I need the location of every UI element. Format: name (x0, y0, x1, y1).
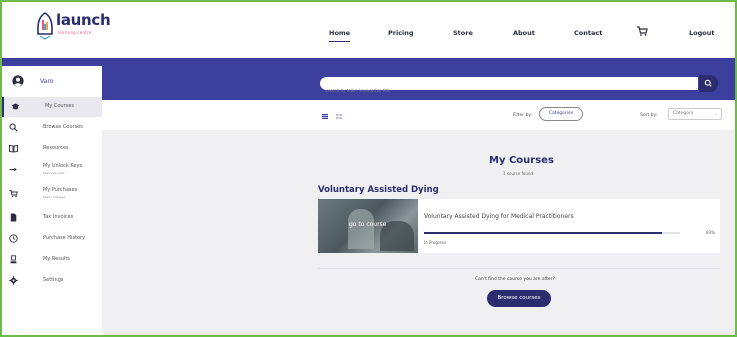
chevron-down-icon: ⌄ (714, 111, 718, 116)
top-navigation: launch learning centre Home Pricing Stor… (2, 2, 735, 58)
nav-store[interactable]: Store (453, 29, 473, 37)
sidebar-item-label: Resources (43, 145, 69, 151)
gear-icon (9, 276, 18, 285)
document-icon (10, 213, 17, 222)
course-category-heading: Voluntary Assisted Dying (318, 185, 439, 195)
app-frame: launch learning centre Home Pricing Stor… (0, 0, 737, 337)
logout-link[interactable]: Logout (689, 29, 714, 37)
browse-courses-button[interactable]: Browse courses (487, 290, 551, 307)
sidebar-item-purchase-history[interactable]: Purchase History (2, 229, 102, 249)
sort-select[interactable]: Category ⌄ (668, 108, 722, 120)
thumbnail-figure (348, 209, 374, 249)
sidebar-item-my-purchases[interactable]: My Purchases Keys I manage (2, 184, 102, 204)
grid-view-icon[interactable] (336, 114, 342, 119)
filter-categories-button[interactable]: Categories (539, 107, 583, 121)
nav-about[interactable]: About (513, 29, 535, 37)
key-arrow-icon (9, 167, 17, 172)
sidebar: Varo My Courses Browse Courses Resources (2, 66, 102, 335)
sidebar-item-settings[interactable]: Settings (2, 271, 102, 291)
progress-bar-fill (424, 232, 663, 234)
sidebar-item-label: Browse Courses (43, 124, 83, 130)
list-view-icon[interactable] (322, 114, 328, 119)
nav-contact[interactable]: Contact (574, 29, 602, 37)
clock-icon (9, 234, 18, 243)
sidebar-item-my-results[interactable]: My Results (2, 250, 102, 270)
sidebar-item-my-courses[interactable]: My Courses (2, 97, 102, 117)
sidebar-item-label: My Courses (45, 103, 74, 109)
progress-percentage: 93% (706, 230, 715, 235)
page-title: My Courses (489, 155, 554, 166)
progress-bar (424, 232, 680, 234)
cart-icon (9, 190, 18, 198)
course-status: In Progress (424, 240, 447, 245)
sidebar-item-sublabel: Keys I've used (43, 171, 65, 175)
search-input[interactable] (320, 84, 698, 97)
sort-select-value: Category (673, 111, 694, 116)
go-to-course-link[interactable]: go to course (349, 221, 386, 228)
sort-label: Sort by: (640, 113, 658, 118)
filter-label: Filter by: (513, 113, 533, 118)
sidebar-item-label: Settings (43, 277, 64, 283)
sidebar-item-resources[interactable]: Resources (2, 139, 102, 159)
user-avatar-icon (12, 75, 24, 87)
course-toolbar: Filter by: Categories Sort by: Category … (102, 100, 735, 130)
course-count: 1 course found (503, 171, 533, 176)
course-thumbnail[interactable]: go to course (318, 199, 418, 253)
sidebar-item-label: My Purchases (43, 187, 78, 193)
user-name: Varo (40, 78, 54, 85)
brand-tagline: learning centre (58, 30, 92, 35)
nav-pricing[interactable]: Pricing (388, 29, 414, 37)
course-title[interactable]: Voluntary Assisted Dying for Medical Pra… (424, 213, 574, 220)
search-icon (9, 123, 18, 132)
sidebar-item-sublabel: Keys I manage (43, 195, 66, 199)
divider (318, 268, 720, 269)
search-button[interactable] (699, 75, 718, 92)
brand-name: launch (56, 11, 111, 29)
course-card: go to course Voluntary Assisted Dying fo… (318, 199, 720, 253)
brand-logo[interactable]: launch learning centre (34, 10, 111, 40)
sidebar-item-label: My Results (43, 256, 70, 262)
sidebar-item-browse-courses[interactable]: Browse Courses (2, 118, 102, 138)
sidebar-item-label: Purchase History (43, 235, 86, 241)
search-field[interactable] (320, 77, 698, 97)
cart-icon[interactable] (636, 25, 648, 37)
award-icon (10, 255, 17, 264)
search-icon (704, 79, 712, 87)
book-icon (9, 144, 18, 153)
sidebar-item-my-unlock-keys[interactable]: My Unlock Keys Keys I've used (2, 160, 102, 180)
rocket-logo-icon (37, 12, 53, 40)
graduation-cap-icon (11, 103, 20, 110)
nav-home[interactable]: Home (329, 29, 351, 42)
sidebar-item-label: My Unlock Keys (43, 163, 83, 169)
sidebar-item-tax-invoices[interactable]: Tax Invoices (2, 208, 102, 228)
sidebar-item-label: Tax Invoices (43, 214, 74, 220)
cant-find-text: Can't find the course you are after? (475, 277, 555, 282)
